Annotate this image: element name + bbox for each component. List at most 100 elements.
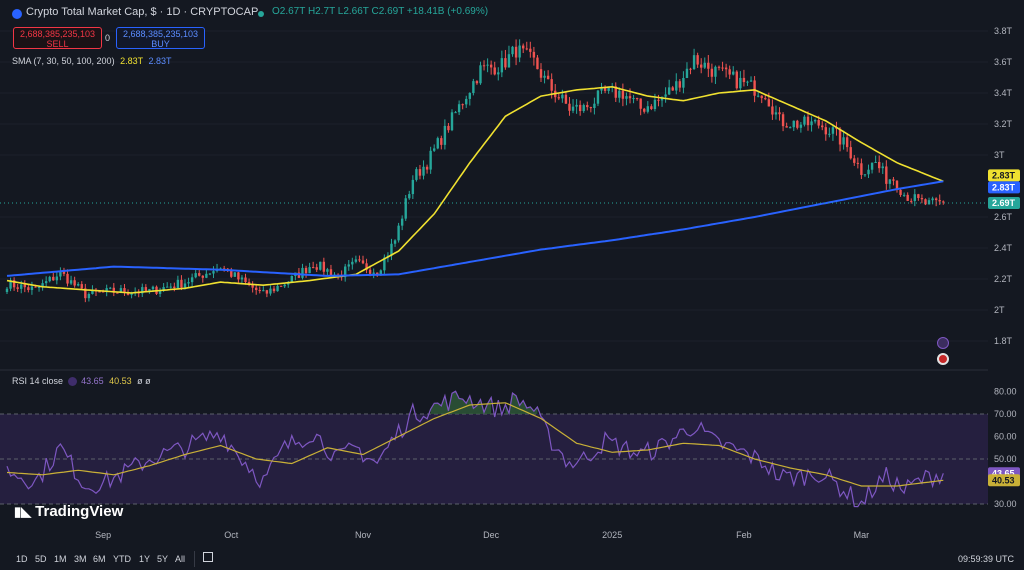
tradingview-logo: ▮◣ TradingView	[14, 503, 123, 520]
candle-body	[169, 286, 172, 288]
sma-value-slow: 2.83T	[148, 56, 172, 66]
last-price-tag: 2.69T	[992, 198, 1016, 208]
time-axis: Sep Oct Nov Dec 2025 Feb Mar	[95, 530, 869, 540]
tf-6m[interactable]: 6M	[93, 554, 106, 564]
candle-body	[867, 169, 870, 175]
sma-value-fast: 2.83T	[120, 56, 143, 66]
candle-body	[440, 138, 443, 145]
candle-body	[924, 199, 927, 205]
candle-body	[724, 67, 728, 70]
time-tick-label: Oct	[224, 530, 239, 540]
candle-body	[454, 112, 457, 114]
candle-body	[457, 104, 461, 113]
candle-body	[942, 201, 945, 203]
candle-body	[906, 194, 909, 201]
candle-body	[635, 98, 639, 100]
candle-body	[632, 98, 635, 100]
candle-body	[418, 169, 422, 176]
candle-body	[824, 127, 827, 135]
candle-body	[931, 198, 934, 201]
candle-body	[358, 259, 361, 261]
candle-body	[917, 194, 920, 199]
candle-body	[447, 125, 450, 131]
tf-1m[interactable]: 1M	[54, 554, 67, 564]
candle-body	[735, 71, 738, 89]
symbol-title[interactable]: Crypto Total Market Cap, $ · 1D · CRYPTO…	[26, 6, 258, 18]
candle-body	[561, 94, 564, 99]
candle-body	[678, 81, 682, 88]
sma-legend[interactable]: SMA (7, 30, 50, 100, 200) 2.83T 2.83T	[12, 56, 171, 66]
candle-body	[283, 284, 286, 287]
candle-body	[771, 106, 774, 115]
candle-body	[885, 166, 888, 184]
sma-fast-line	[6, 85, 944, 294]
candle-body	[682, 78, 685, 88]
candle-body	[514, 46, 518, 58]
candle-body	[48, 276, 51, 282]
candle-body	[450, 112, 454, 131]
candle-body	[255, 287, 258, 291]
candle-body	[37, 286, 41, 288]
candle-body	[201, 275, 204, 278]
candle-body	[692, 55, 696, 70]
candle-body	[443, 125, 447, 145]
candle-body	[507, 54, 511, 68]
candle-body	[205, 273, 208, 278]
candle-body	[486, 64, 489, 66]
candle-body	[304, 267, 308, 274]
sell-button[interactable]: 2,688,385,235,103 SELL	[13, 27, 102, 49]
candle-body	[69, 280, 73, 284]
time-tick-label: Feb	[736, 530, 752, 540]
candle-body	[938, 200, 941, 202]
candle-body	[144, 287, 148, 291]
candle-body	[653, 99, 657, 110]
flag-icon[interactable]	[937, 353, 949, 365]
time-tick-label: Sep	[95, 530, 111, 540]
calendar-icon[interactable]	[203, 552, 213, 562]
price-tick-label: 1.8T	[994, 336, 1013, 346]
candle-body	[568, 103, 571, 111]
candle-body	[198, 273, 201, 276]
candle-body	[856, 162, 860, 164]
chart-header: Crypto Total Market Cap, $ · 1D · CRYPTO…	[0, 0, 1024, 26]
candle-body	[650, 106, 653, 110]
buy-button[interactable]: 2,688,385,235,103 BUY	[116, 27, 205, 49]
tf-1y[interactable]: 1Y	[139, 554, 150, 564]
candle-body	[187, 282, 190, 284]
candle-body	[44, 281, 48, 284]
candle-body	[575, 104, 578, 107]
rsi-tick-label: 70.00	[994, 409, 1017, 419]
candle-body	[902, 194, 906, 196]
candle-body	[489, 64, 493, 68]
candle-body	[80, 284, 83, 289]
tf-ytd[interactable]: YTD	[113, 554, 131, 564]
candle-body	[5, 288, 9, 293]
candle-body	[194, 273, 197, 278]
candle-body	[529, 48, 532, 52]
ohlc-values: O2.67T H2.7T L2.66T C2.69T +18.41B (+0.6…	[272, 6, 489, 17]
candle-body	[368, 269, 372, 274]
candle-body	[878, 161, 881, 169]
tf-5d[interactable]: 5D	[35, 554, 47, 564]
candle-body	[863, 174, 867, 176]
candle-body	[785, 126, 788, 128]
clock[interactable]: 09:59:39 UTC	[958, 554, 1014, 564]
alert-icon[interactable]	[937, 337, 949, 349]
tf-all[interactable]: All	[175, 554, 185, 564]
time-tick-label: Mar	[854, 530, 870, 540]
tradingview-logo-icon: ▮◣	[14, 504, 32, 519]
price-tick-label: 3.6T	[994, 57, 1013, 67]
tf-5y[interactable]: 5Y	[157, 554, 168, 564]
candle-body	[16, 287, 19, 289]
tf-1d[interactable]: 1D	[16, 554, 28, 564]
rsi-settings-icon[interactable]	[67, 377, 77, 387]
candle-body	[828, 133, 831, 135]
rsi-legend[interactable]: RSI 14 close 43.65 40.53 ø ø	[12, 376, 151, 387]
spread-value: 0	[105, 33, 111, 43]
time-tick-label: 2025	[602, 530, 622, 540]
chart-canvas[interactable]: 1.8T 2T 2.2T 2.4T 2.6T 3T 3.2T 3.4T 3.6T 3.8T 2.8…	[0, 0, 1024, 570]
candle-body	[258, 290, 261, 292]
candle-body	[696, 55, 699, 65]
tf-3m[interactable]: 3M	[74, 554, 87, 564]
price-tick-label: 2.6T	[994, 212, 1013, 222]
